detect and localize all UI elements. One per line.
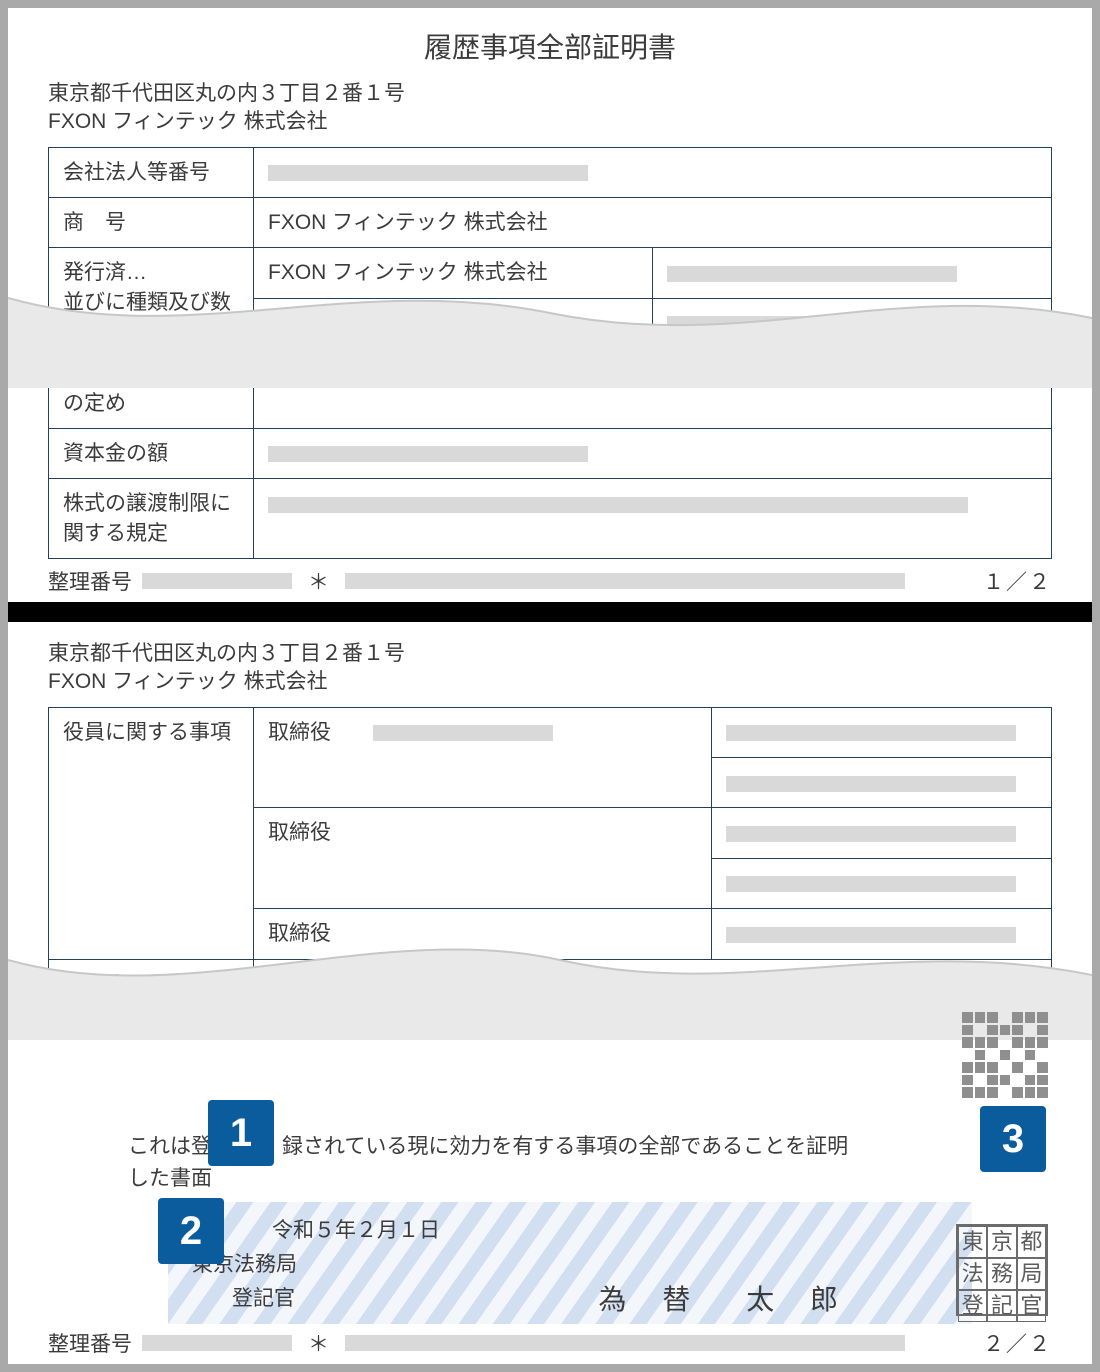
row-label: 株式の譲渡制限に関する規定 <box>49 479 254 559</box>
company-header: 東京都千代田区丸の内３丁目２番１号 FXON フィンテック 株式会社 <box>8 80 1092 147</box>
cert-office: 東京法務局 <box>192 1246 948 1280</box>
row-value: FXON フィンテック 株式会社 <box>254 198 1052 248</box>
row-label: 発行済… 並びに種類及び数 <box>49 248 254 349</box>
row-label: 役員に関する事項 <box>49 707 254 959</box>
footer-star: ＊ <box>308 1328 329 1358</box>
cert-date: 令和５年２月１日 <box>192 1212 948 1246</box>
row-value <box>653 248 1052 298</box>
callout-3: 3 <box>980 1106 1046 1172</box>
row-value <box>712 909 1052 959</box>
row-value <box>712 707 1052 757</box>
registry-table-2: 役員に関する事項 取締役 取締役 取締役 に関す… <box>48 707 1052 1010</box>
page-footer: 整理番号 ＊ ２／２ <box>8 1324 1092 1364</box>
row-value <box>712 858 1052 908</box>
page-number: １／２ <box>983 566 1052 596</box>
redacted-bar <box>726 826 1016 842</box>
page-number: ２／２ <box>983 1328 1052 1358</box>
redacted-bar <box>726 725 1016 741</box>
page-separator <box>8 602 1092 622</box>
cert-officer-name: 為 替 太 郎 <box>598 1278 852 1318</box>
redacted-bar <box>268 367 718 383</box>
registry-table-1: 会社法人等番号 商 号 FXON フィンテック 株式会社 発行済… 並びに種類及… <box>48 147 1052 560</box>
row-value <box>254 479 1052 559</box>
redacted-bar <box>345 573 905 589</box>
redacted-bar <box>667 266 957 282</box>
certification-panel: 令和５年２月１日 東京法務局 登記官 為 替 太 郎 <box>168 1202 972 1324</box>
official-seal-icon: 東京都 法務局 登記官 <box>956 1224 1048 1316</box>
doc-title: 履歴事項全部証明書 <box>8 8 1092 80</box>
redacted-bar <box>667 316 957 332</box>
row-label: 株券を発行する旨の定め <box>49 349 254 429</box>
row-label: 会社法人等番号 <box>49 147 254 197</box>
row-value <box>254 429 1052 479</box>
page-1: 履歴事項全部証明書 東京都千代田区丸の内３丁目２番１号 FXON フィンテック … <box>8 8 1092 602</box>
redacted-bar <box>373 725 553 741</box>
row-value <box>254 298 653 348</box>
footer-label: 整理番号 <box>48 1328 132 1358</box>
row-value <box>254 959 1052 1009</box>
redacted-bar <box>142 573 292 589</box>
redacted-bar <box>268 497 968 513</box>
row-value <box>712 808 1052 858</box>
address-line: 東京都千代田区丸の内３丁目２番１号 <box>48 80 1052 108</box>
row-value: 取締役 <box>254 909 712 959</box>
redacted-bar <box>268 446 588 462</box>
row-value <box>653 298 1052 348</box>
row-value <box>254 147 1052 197</box>
page-footer: 整理番号 ＊ １／２ <box>8 562 1092 602</box>
row-value <box>712 758 1052 808</box>
row-value: 取締役 <box>254 707 712 808</box>
qr-code-icon <box>962 1012 1048 1098</box>
footer-label: 整理番号 <box>48 566 132 596</box>
certification-text: これは登録されている現に効力を有する事項の全部であることを証明 した書面 <box>48 1131 1052 1202</box>
redacted-bar <box>268 165 588 181</box>
callout-2: 2 <box>158 1198 224 1264</box>
company-header: 東京都千代田区丸の内３丁目２番１号 FXON フィンテック 株式会社 <box>8 622 1092 707</box>
redacted-bar <box>142 1335 292 1351</box>
row-value: 取締役 <box>254 808 712 909</box>
redacted-bar <box>726 776 1016 792</box>
row-value <box>254 349 1052 429</box>
redacted-bar <box>345 1335 905 1351</box>
row-label: 資本金の額 <box>49 429 254 479</box>
footer-star: ＊ <box>308 566 329 596</box>
callout-1: 1 <box>208 1100 274 1166</box>
company-name: FXON フィンテック 株式会社 <box>48 668 1052 696</box>
row-value: FXON フィンテック 株式会社 <box>254 248 653 298</box>
row-label: 商 号 <box>49 198 254 248</box>
redacted-bar <box>726 876 1016 892</box>
address-line: 東京都千代田区丸の内３丁目２番１号 <box>48 640 1052 668</box>
page-2: 東京都千代田区丸の内３丁目２番１号 FXON フィンテック 株式会社 役員に関す… <box>8 622 1092 1364</box>
redacted-bar <box>726 927 1016 943</box>
company-name: FXON フィンテック 株式会社 <box>48 108 1052 136</box>
row-label: に関す… <box>49 959 254 1009</box>
